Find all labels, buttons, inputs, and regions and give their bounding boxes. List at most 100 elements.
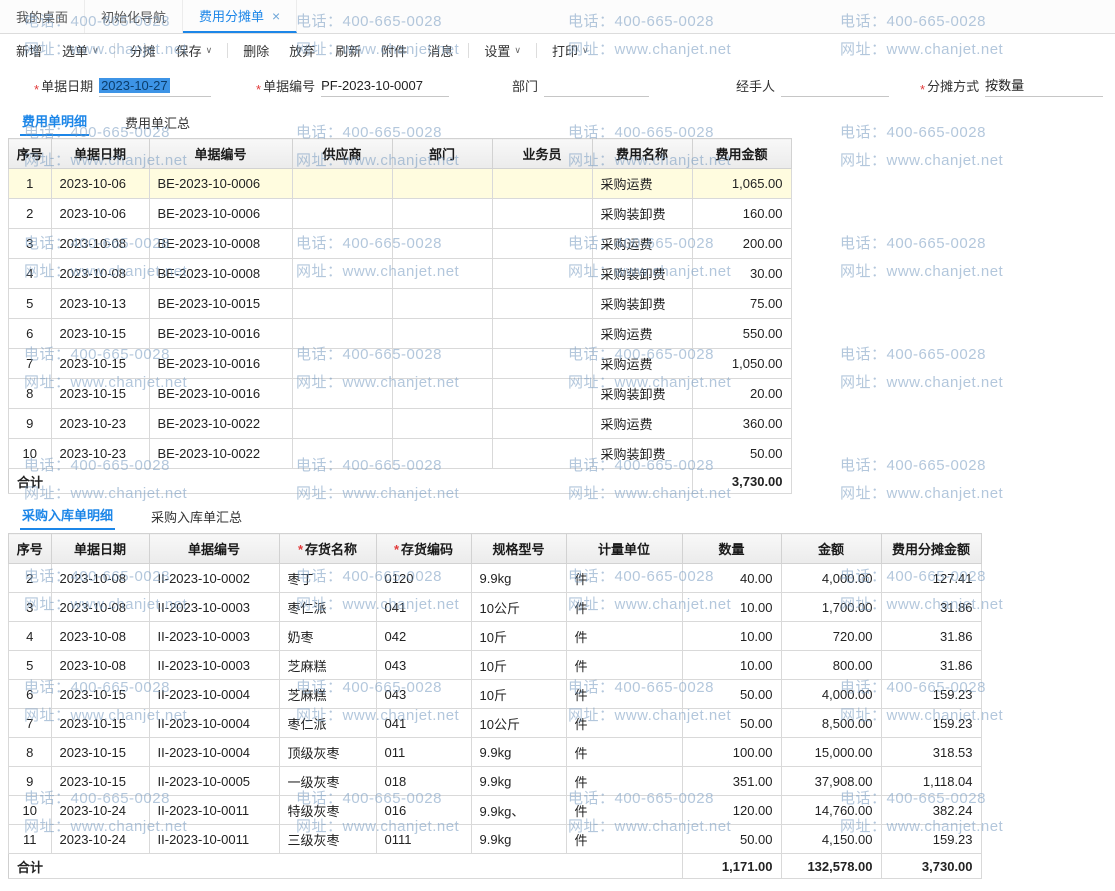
- column-header[interactable]: 费用名称: [592, 139, 692, 169]
- table-cell[interactable]: II-2023-10-0003: [149, 593, 279, 622]
- table-cell[interactable]: [492, 319, 592, 349]
- settings-button[interactable]: 设置: [474, 37, 531, 64]
- table-cell[interactable]: II-2023-10-0004: [149, 680, 279, 709]
- table-cell[interactable]: BE-2023-10-0022: [149, 439, 292, 469]
- table-cell[interactable]: [392, 259, 492, 289]
- table-cell[interactable]: 2023-10-15: [51, 349, 149, 379]
- table-cell[interactable]: 30.00: [692, 259, 791, 289]
- table-cell[interactable]: 采购运费: [592, 409, 692, 439]
- table-cell[interactable]: 2023-10-06: [51, 199, 149, 229]
- table-cell[interactable]: II-2023-10-0003: [149, 622, 279, 651]
- doc-date-input[interactable]: 2023-10-27: [99, 76, 211, 97]
- table-cell[interactable]: 50.00: [692, 439, 791, 469]
- table-cell[interactable]: [492, 349, 592, 379]
- table-cell[interactable]: 件: [566, 593, 682, 622]
- table-cell[interactable]: 奶枣: [279, 622, 376, 651]
- table-cell[interactable]: 一级灰枣: [279, 767, 376, 796]
- table-cell[interactable]: [392, 349, 492, 379]
- table-row[interactable]: 12023-10-06BE-2023-10-0006采购运费1,065.00: [9, 169, 792, 199]
- table-cell[interactable]: BE-2023-10-0006: [149, 169, 292, 199]
- table-cell[interactable]: 160.00: [692, 199, 791, 229]
- table-cell[interactable]: 采购运费: [592, 349, 692, 379]
- table-cell[interactable]: 8,500.00: [781, 709, 881, 738]
- tab-init-navigation[interactable]: 初始化导航: [85, 0, 183, 33]
- table-cell[interactable]: 720.00: [781, 622, 881, 651]
- table-cell[interactable]: BE-2023-10-0015: [149, 289, 292, 319]
- table-cell[interactable]: BE-2023-10-0016: [149, 349, 292, 379]
- table-cell[interactable]: 3: [9, 229, 52, 259]
- table-cell[interactable]: 6: [9, 680, 52, 709]
- table-cell[interactable]: 360.00: [692, 409, 791, 439]
- table-cell[interactable]: 件: [566, 564, 682, 593]
- table-row[interactable]: 102023-10-24II-2023-10-0011特级灰枣0169.9kg、…: [9, 796, 982, 825]
- tab-receipt-summary[interactable]: 采购入库单汇总: [149, 503, 244, 530]
- table-cell[interactable]: 2023-10-15: [51, 767, 149, 796]
- table-cell[interactable]: 041: [376, 709, 471, 738]
- table-cell[interactable]: 9.9kg: [471, 825, 566, 854]
- select-doc-button[interactable]: 选单: [52, 37, 109, 64]
- table-cell[interactable]: 采购运费: [592, 169, 692, 199]
- table-row[interactable]: 62023-10-15BE-2023-10-0016采购运费550.00: [9, 319, 792, 349]
- table-cell[interactable]: 芝麻糕: [279, 651, 376, 680]
- column-header[interactable]: 供应商: [292, 139, 392, 169]
- table-cell[interactable]: 枣仁派: [279, 593, 376, 622]
- table-cell[interactable]: 件: [566, 738, 682, 767]
- table-cell[interactable]: 10公斤: [471, 709, 566, 738]
- table-cell[interactable]: 件: [566, 709, 682, 738]
- table-row[interactable]: 102023-10-23BE-2023-10-0022采购装卸费50.00: [9, 439, 792, 469]
- table-cell[interactable]: 159.23: [881, 825, 981, 854]
- tab-expense-summary[interactable]: 费用单汇总: [123, 109, 192, 136]
- table-cell[interactable]: 1,065.00: [692, 169, 791, 199]
- table-cell[interactable]: 3: [9, 593, 52, 622]
- table-cell[interactable]: 50.00: [682, 680, 781, 709]
- table-row[interactable]: 22023-10-08II-2023-10-0002枣丁01209.9kg件40…: [9, 564, 982, 593]
- table-cell[interactable]: BE-2023-10-0016: [149, 319, 292, 349]
- table-cell[interactable]: [392, 289, 492, 319]
- table-cell[interactable]: 37,908.00: [781, 767, 881, 796]
- table-cell[interactable]: 10.00: [682, 622, 781, 651]
- column-header[interactable]: *存货名称: [279, 534, 376, 564]
- abandon-button[interactable]: 放弃: [279, 37, 325, 64]
- table-cell[interactable]: [292, 289, 392, 319]
- table-row[interactable]: 32023-10-08II-2023-10-0003枣仁派04110公斤件10.…: [9, 593, 982, 622]
- table-cell[interactable]: BE-2023-10-0016: [149, 379, 292, 409]
- table-row[interactable]: 52023-10-13BE-2023-10-0015采购装卸费75.00: [9, 289, 792, 319]
- table-cell[interactable]: 6: [9, 319, 52, 349]
- table-cell[interactable]: 5: [9, 289, 52, 319]
- table-cell[interactable]: 4,150.00: [781, 825, 881, 854]
- table-cell[interactable]: 2023-10-24: [51, 825, 149, 854]
- table-cell[interactable]: 4,000.00: [781, 564, 881, 593]
- table-cell[interactable]: [392, 439, 492, 469]
- table-cell[interactable]: 件: [566, 825, 682, 854]
- tab-expense-detail[interactable]: 费用单明细: [20, 107, 89, 136]
- table-cell[interactable]: 043: [376, 680, 471, 709]
- table-cell[interactable]: 采购运费: [592, 319, 692, 349]
- table-cell[interactable]: BE-2023-10-0008: [149, 259, 292, 289]
- table-cell[interactable]: 2023-10-15: [51, 738, 149, 767]
- table-cell[interactable]: 75.00: [692, 289, 791, 319]
- tab-receipt-detail[interactable]: 采购入库单明细: [20, 501, 115, 530]
- table-row[interactable]: 42023-10-08BE-2023-10-0008采购装卸费30.00: [9, 259, 792, 289]
- table-cell[interactable]: [392, 379, 492, 409]
- table-cell[interactable]: 1,700.00: [781, 593, 881, 622]
- table-cell[interactable]: 4: [9, 259, 52, 289]
- table-cell[interactable]: 11: [9, 825, 52, 854]
- table-cell[interactable]: 枣丁: [279, 564, 376, 593]
- table-cell[interactable]: 200.00: [692, 229, 791, 259]
- column-header[interactable]: 费用金额: [692, 139, 791, 169]
- table-cell[interactable]: 2023-10-08: [51, 564, 149, 593]
- table-cell[interactable]: 018: [376, 767, 471, 796]
- table-cell[interactable]: 2023-10-08: [51, 651, 149, 680]
- column-header[interactable]: 单据编号: [149, 139, 292, 169]
- table-cell[interactable]: [492, 259, 592, 289]
- table-cell[interactable]: [392, 229, 492, 259]
- table-cell[interactable]: II-2023-10-0005: [149, 767, 279, 796]
- table-cell[interactable]: 9: [9, 409, 52, 439]
- delete-button[interactable]: 删除: [233, 37, 279, 64]
- table-cell[interactable]: 采购运费: [592, 229, 692, 259]
- table-cell[interactable]: 9.9kg: [471, 564, 566, 593]
- table-cell[interactable]: 351.00: [682, 767, 781, 796]
- table-cell[interactable]: 50.00: [682, 825, 781, 854]
- table-cell[interactable]: 10公斤: [471, 593, 566, 622]
- table-cell[interactable]: 2023-10-15: [51, 319, 149, 349]
